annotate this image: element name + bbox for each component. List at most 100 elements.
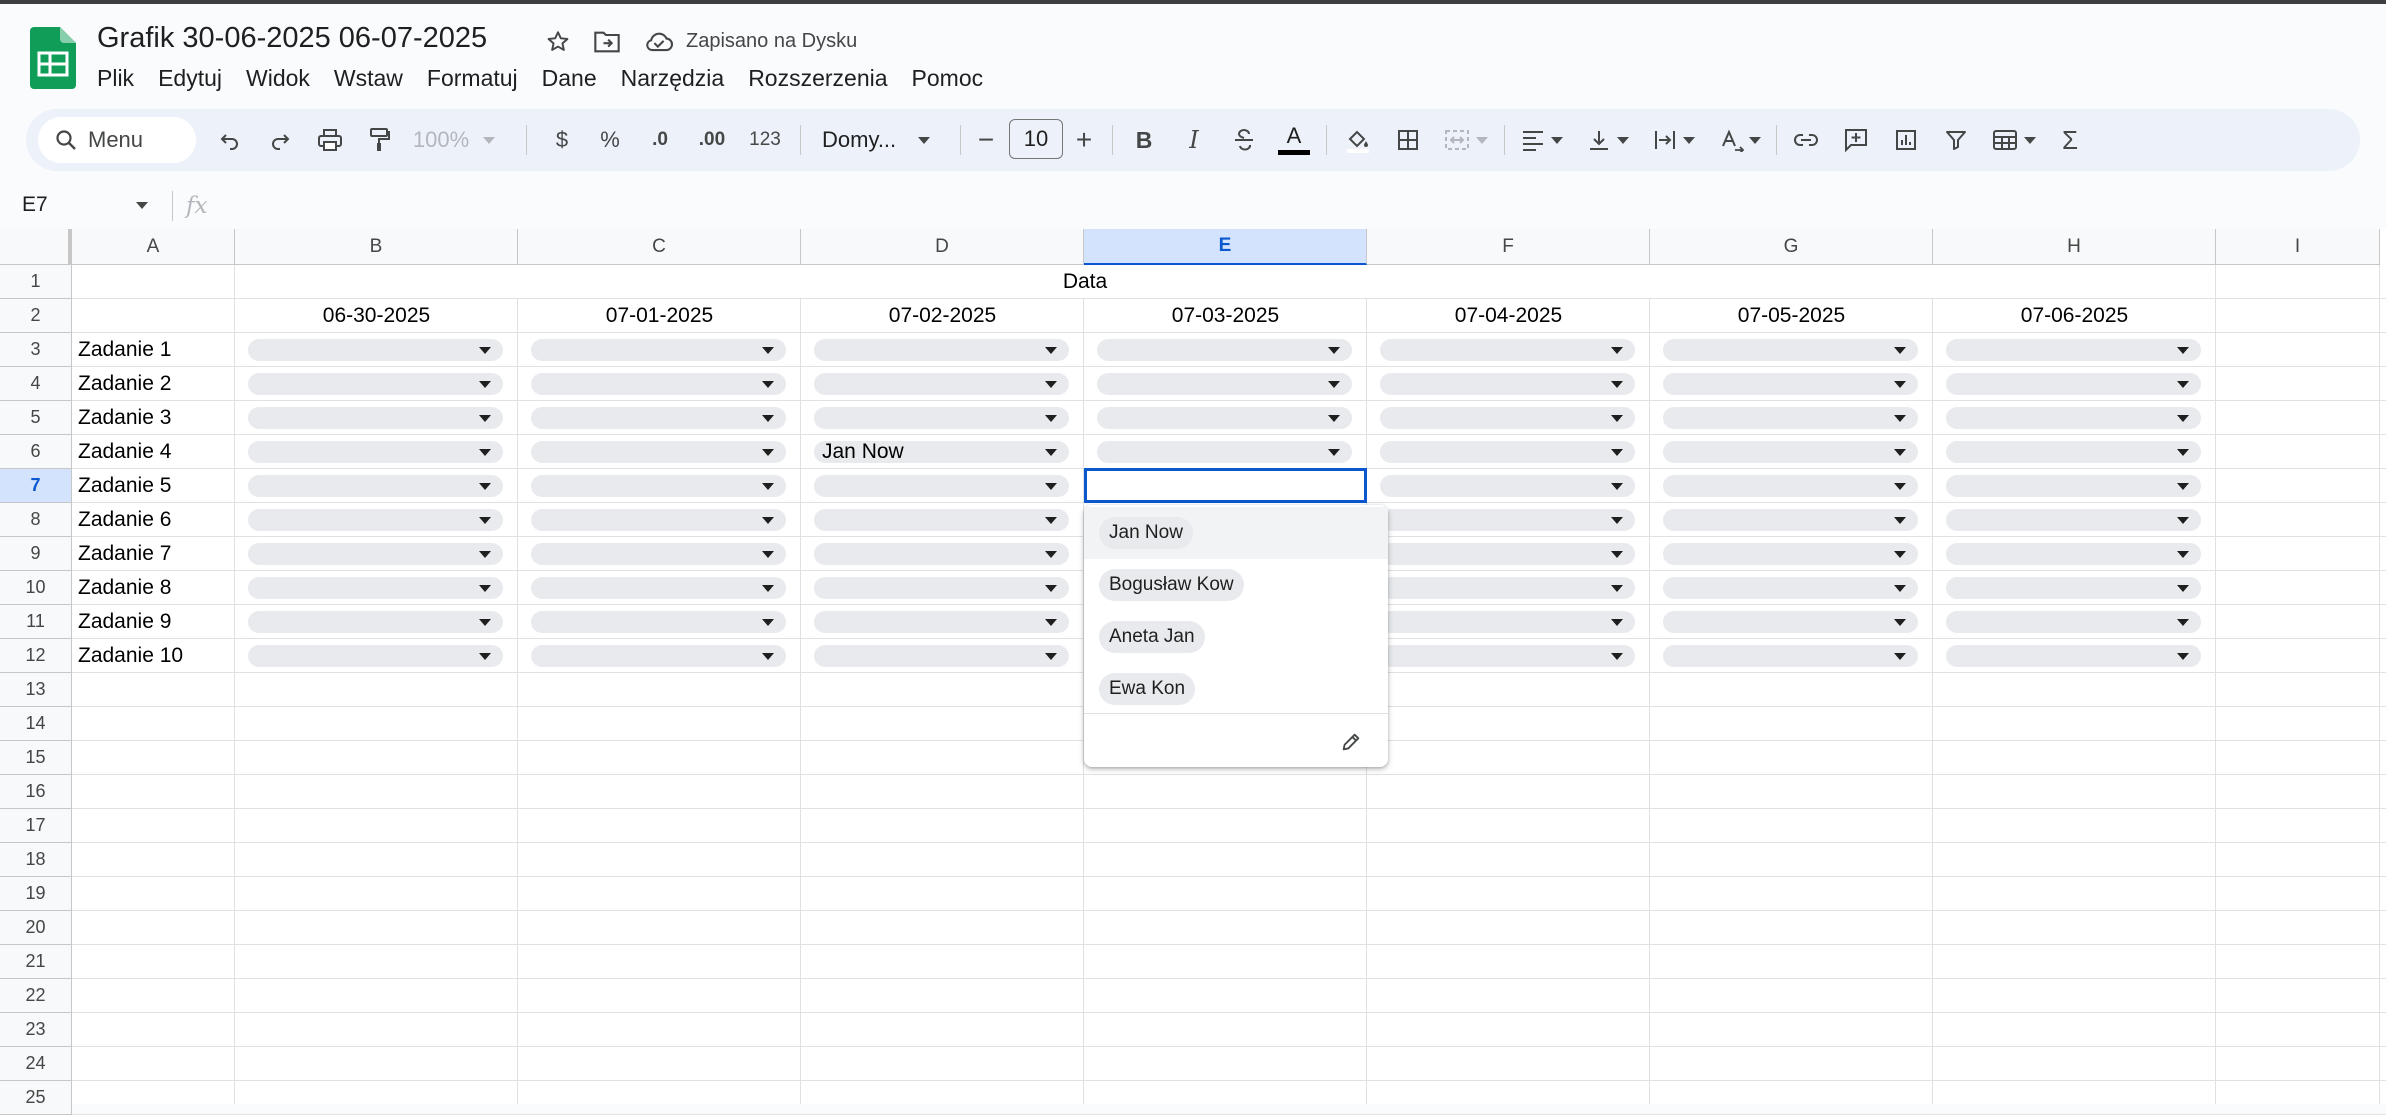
- column-header-h[interactable]: H: [1933, 229, 2216, 265]
- dropdown-chip-c3[interactable]: [531, 339, 786, 361]
- dropdown-option[interactable]: Ewa Kon: [1084, 663, 1388, 715]
- table-views-button[interactable]: [1986, 120, 2042, 160]
- column-header-a[interactable]: A: [72, 229, 235, 265]
- chevron-down-icon[interactable]: [136, 202, 148, 209]
- dropdown-chip-d11[interactable]: [814, 611, 1069, 633]
- cloud-saved-icon[interactable]: [643, 26, 675, 58]
- text-color-button[interactable]: A: [1274, 120, 1314, 160]
- dropdown-chip-d9[interactable]: [814, 543, 1069, 565]
- create-filter-button[interactable]: [1936, 120, 1976, 160]
- column-header-d[interactable]: D: [801, 229, 1084, 265]
- font-family-select[interactable]: Domy...: [812, 120, 952, 160]
- dropdown-chip-h12[interactable]: [1946, 645, 2201, 667]
- dropdown-chip-c10[interactable]: [531, 577, 786, 599]
- name-box[interactable]: E7: [22, 193, 48, 217]
- currency-format-button[interactable]: $: [542, 120, 582, 160]
- dropdown-chip-c7[interactable]: [531, 475, 786, 497]
- dropdown-chip-e5[interactable]: [1097, 407, 1352, 429]
- edit-dropdown-button[interactable]: [1336, 727, 1366, 757]
- dropdown-chip-d12[interactable]: [814, 645, 1069, 667]
- dropdown-chip-b11[interactable]: [248, 611, 503, 633]
- dropdown-chip-g9[interactable]: [1663, 543, 1918, 565]
- spreadsheet-grid[interactable]: A B C D E F G H I 1 2 3 4 5 6 7 8 9 10 11 12 13 14 15 16 17 18 19 20…: [0, 229, 2386, 1115]
- search-menus-button[interactable]: Menu: [38, 117, 196, 163]
- dropdown-chip-f6[interactable]: [1380, 441, 1635, 463]
- row-header-3[interactable]: 3: [0, 333, 72, 367]
- dropdown-chip-h9[interactable]: [1946, 543, 2201, 565]
- dropdown-chip-f11[interactable]: [1380, 611, 1635, 633]
- dropdown-chip-c4[interactable]: [531, 373, 786, 395]
- menu-help[interactable]: Pomoc: [900, 62, 996, 94]
- dropdown-chip-g10[interactable]: [1663, 577, 1918, 599]
- dropdown-chip-h5[interactable]: [1946, 407, 2201, 429]
- active-cell-e7[interactable]: [1084, 468, 1367, 503]
- merge-cells-button[interactable]: [1438, 120, 1494, 160]
- dropdown-chip-f5[interactable]: [1380, 407, 1635, 429]
- dropdown-chip-b9[interactable]: [248, 543, 503, 565]
- dropdown-chip-c5[interactable]: [531, 407, 786, 429]
- italic-button[interactable]: I: [1174, 120, 1214, 160]
- menu-format[interactable]: Formatuj: [415, 62, 530, 94]
- fill-color-button[interactable]: [1338, 120, 1378, 160]
- dropdown-chip-b8[interactable]: [248, 509, 503, 531]
- document-title[interactable]: Grafik 30-06-2025 06-07-2025: [97, 22, 487, 55]
- dropdown-chip-g5[interactable]: [1663, 407, 1918, 429]
- dropdown-chip-e6[interactable]: [1097, 441, 1352, 463]
- dropdown-chip-b7[interactable]: [248, 475, 503, 497]
- row-header-19[interactable]: 19: [0, 877, 72, 911]
- dropdown-chip-b6[interactable]: [248, 441, 503, 463]
- row-header-9[interactable]: 9: [0, 537, 72, 571]
- dropdown-chip-f12[interactable]: [1380, 645, 1635, 667]
- dropdown-chip-d6[interactable]: Jan Now: [814, 440, 1069, 463]
- move-folder-icon[interactable]: [591, 26, 623, 58]
- column-header-g[interactable]: G: [1650, 229, 1933, 265]
- menu-data[interactable]: Dane: [530, 62, 609, 94]
- menu-extensions[interactable]: Rozszerzenia: [736, 62, 899, 94]
- dropdown-chip-c8[interactable]: [531, 509, 786, 531]
- dropdown-chip-h3[interactable]: [1946, 339, 2201, 361]
- dropdown-chip-f9[interactable]: [1380, 543, 1635, 565]
- text-wrapping-button[interactable]: [1646, 120, 1702, 160]
- insert-comment-button[interactable]: [1836, 120, 1876, 160]
- dropdown-chip-g11[interactable]: [1663, 611, 1918, 633]
- percent-format-button[interactable]: %: [590, 120, 630, 160]
- row-header-1[interactable]: 1: [0, 265, 72, 299]
- dropdown-chip-c12[interactable]: [531, 645, 786, 667]
- row-header-10[interactable]: 10: [0, 571, 72, 605]
- insert-chart-button[interactable]: [1886, 120, 1926, 160]
- more-formats-button[interactable]: 123: [742, 120, 788, 160]
- dropdown-chip-b5[interactable]: [248, 407, 503, 429]
- menu-edit[interactable]: Edytuj: [146, 62, 234, 94]
- dropdown-chip-g7[interactable]: [1663, 475, 1918, 497]
- row-header-23[interactable]: 23: [0, 1013, 72, 1047]
- dropdown-chip-b12[interactable]: [248, 645, 503, 667]
- dropdown-option[interactable]: Bogusław Kow: [1084, 559, 1388, 611]
- row-header-5[interactable]: 5: [0, 401, 72, 435]
- row-header-7[interactable]: 7: [0, 469, 72, 503]
- dropdown-chip-h6[interactable]: [1946, 441, 2201, 463]
- column-header-f[interactable]: F: [1367, 229, 1650, 265]
- dropdown-chip-h10[interactable]: [1946, 577, 2201, 599]
- row-header-16[interactable]: 16: [0, 775, 72, 809]
- column-header-b[interactable]: B: [235, 229, 518, 265]
- borders-button[interactable]: [1388, 120, 1428, 160]
- row-header-15[interactable]: 15: [0, 741, 72, 775]
- dropdown-chip-e3[interactable]: [1097, 339, 1352, 361]
- row-header-20[interactable]: 20: [0, 911, 72, 945]
- dropdown-chip-f7[interactable]: [1380, 475, 1635, 497]
- dropdown-chip-h4[interactable]: [1946, 373, 2201, 395]
- dropdown-chip-d8[interactable]: [814, 509, 1069, 531]
- dropdown-chip-h11[interactable]: [1946, 611, 2201, 633]
- column-header-c[interactable]: C: [518, 229, 801, 265]
- paint-format-button[interactable]: [360, 120, 400, 160]
- dropdown-chip-f10[interactable]: [1380, 577, 1635, 599]
- dropdown-chip-f8[interactable]: [1380, 509, 1635, 531]
- row-header-8[interactable]: 8: [0, 503, 72, 537]
- row-header-24[interactable]: 24: [0, 1047, 72, 1081]
- dropdown-chip-c6[interactable]: [531, 441, 786, 463]
- dropdown-chip-f3[interactable]: [1380, 339, 1635, 361]
- zoom-select[interactable]: 100%: [410, 120, 498, 160]
- star-icon[interactable]: [542, 26, 574, 58]
- vertical-align-button[interactable]: [1580, 120, 1636, 160]
- dropdown-chip-h8[interactable]: [1946, 509, 2201, 531]
